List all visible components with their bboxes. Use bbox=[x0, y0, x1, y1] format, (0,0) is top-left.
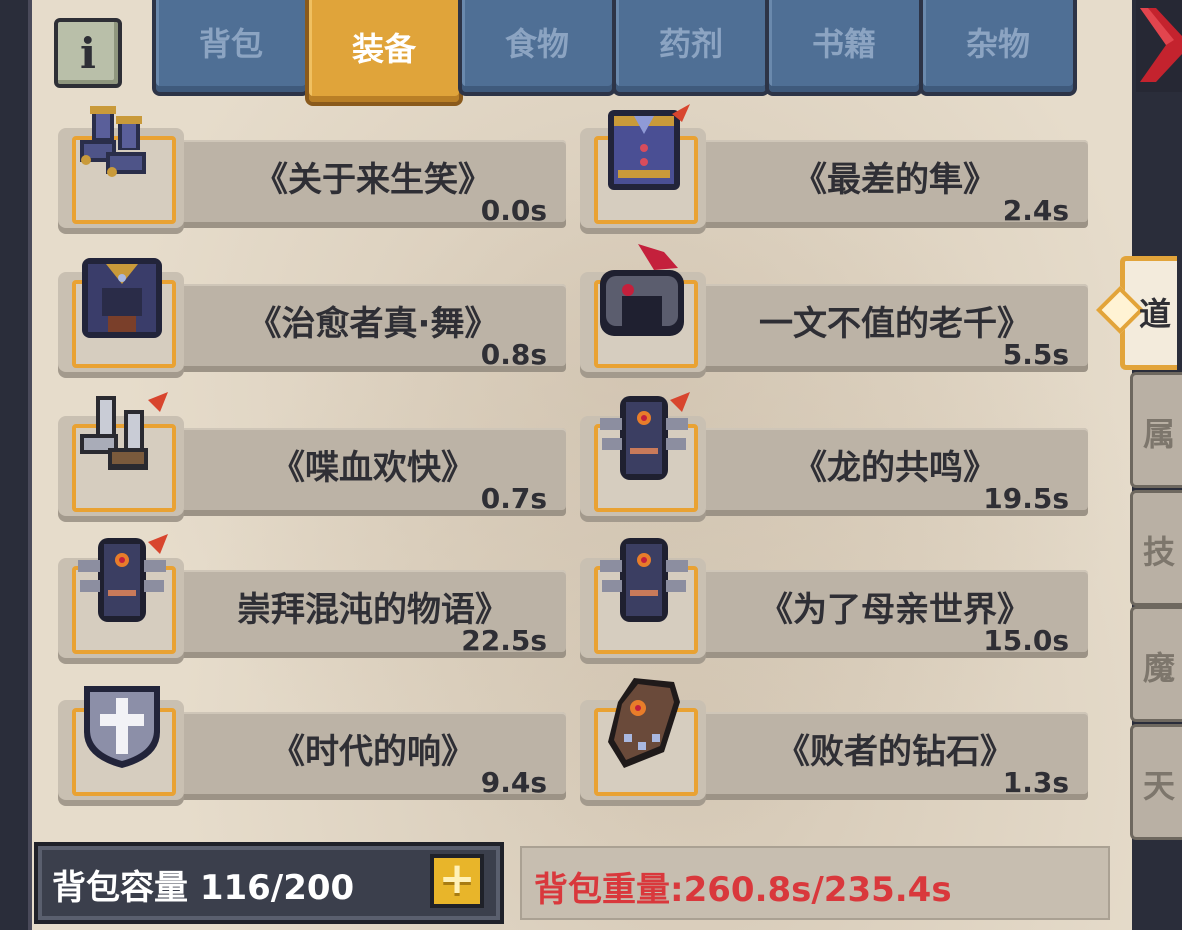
side-tab-label: 魔 bbox=[1143, 649, 1176, 687]
weight-label: 背包重量:260.8s/235.4s bbox=[534, 870, 952, 910]
dark-armor-icon bbox=[600, 392, 690, 480]
side-tab-magic[interactable]: 魔 bbox=[1130, 606, 1182, 722]
item-weight: 22.5s bbox=[461, 624, 547, 657]
plus-icon: + bbox=[438, 853, 476, 904]
item-weight: 1.3s bbox=[1002, 766, 1069, 799]
item-weight: 9.4s bbox=[480, 766, 547, 799]
item-weight: 2.4s bbox=[1002, 194, 1069, 227]
side-tab-talent[interactable]: 天 bbox=[1130, 724, 1182, 840]
side-tab-label: 技 bbox=[1143, 533, 1176, 571]
silver-boots-icon bbox=[80, 392, 168, 470]
item-list: 《关于来生笑》 0.0s 《最差的隼》 2.4s 《治愈者真·舞》 0.8s 一… bbox=[0, 0, 1182, 930]
capacity-label: 背包容量 116/200 bbox=[52, 868, 355, 908]
side-tab-label: 属 bbox=[1143, 415, 1176, 453]
list-item[interactable]: 崇拜混沌的物语》 22.5s bbox=[58, 530, 573, 660]
expand-capacity-button[interactable]: + bbox=[430, 854, 484, 908]
side-tab-skills[interactable]: 技 bbox=[1130, 490, 1182, 606]
item-weight: 5.5s bbox=[1002, 338, 1069, 371]
item-weight: 0.7s bbox=[480, 482, 547, 515]
list-item[interactable]: 一文不值的老千》 5.5s bbox=[580, 244, 1095, 374]
item-weight: 0.8s bbox=[480, 338, 547, 371]
list-item[interactable]: 《败者的钻石》 1.3s bbox=[580, 672, 1095, 806]
tunic-icon bbox=[608, 104, 690, 190]
dark-armor-icon bbox=[78, 534, 168, 622]
side-tab-label: 道 bbox=[1139, 295, 1172, 333]
gauntlet-icon bbox=[608, 678, 680, 768]
side-tab-attributes[interactable]: 属 bbox=[1130, 372, 1182, 488]
list-item[interactable]: 《喋血欢快》 0.7s bbox=[58, 388, 573, 518]
side-tab-items[interactable]: 道 bbox=[1120, 256, 1177, 370]
crested-helmet-icon bbox=[600, 244, 684, 336]
list-item[interactable]: 《时代的响》 9.4s bbox=[58, 672, 573, 806]
list-item[interactable]: 《为了母亲世界》 15.0s bbox=[580, 530, 1095, 660]
item-weight: 0.0s bbox=[480, 194, 547, 227]
weight-box: 背包重量:260.8s/235.4s bbox=[520, 846, 1110, 920]
item-weight: 19.5s bbox=[983, 482, 1069, 515]
chest-armor-icon bbox=[82, 258, 162, 338]
side-tabs: 道 属 技 魔 天 bbox=[1096, 250, 1182, 930]
capacity-box: 背包容量 116/200 + bbox=[34, 842, 504, 924]
boots-icon bbox=[80, 106, 146, 177]
item-weight: 15.0s bbox=[983, 624, 1069, 657]
list-item[interactable]: 《治愈者真·舞》 0.8s bbox=[58, 244, 573, 374]
cross-shield-icon bbox=[84, 686, 160, 768]
close-icon[interactable] bbox=[1136, 0, 1182, 92]
list-item[interactable]: 《龙的共鸣》 19.5s bbox=[580, 388, 1095, 518]
list-item[interactable]: 《关于来生笑》 0.0s bbox=[58, 100, 573, 230]
side-tab-label: 天 bbox=[1143, 767, 1176, 805]
dark-armor-icon bbox=[600, 538, 688, 622]
list-item[interactable]: 《最差的隼》 2.4s bbox=[580, 100, 1095, 230]
